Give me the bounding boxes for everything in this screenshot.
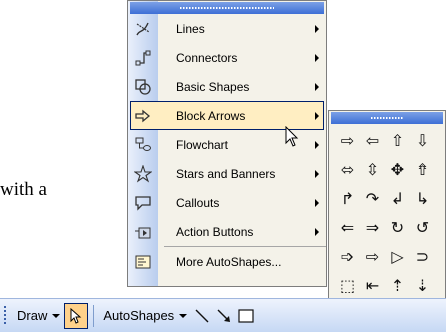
block-arrows-icon	[128, 101, 158, 130]
menu-item-lines[interactable]: Lines	[128, 14, 326, 43]
submenu-arrow-icon	[315, 112, 319, 120]
block-arrow-shape-icon[interactable]: ⇦	[360, 126, 385, 155]
block-arrow-shape-icon[interactable]: ⇣	[410, 271, 435, 300]
line-tool-button[interactable]	[191, 305, 213, 327]
lines-icon	[128, 14, 158, 43]
chevron-down-icon	[179, 313, 188, 318]
block-arrow-shape-icon[interactable]: ↷	[360, 184, 385, 213]
block-arrow-shape-icon[interactable]: ➩	[335, 242, 360, 271]
select-pointer-icon	[70, 307, 82, 324]
autoshapes-button-label: AutoShapes	[103, 308, 175, 323]
document-text-fragment: with a	[0, 179, 47, 200]
rectangle-tool-button[interactable]	[235, 305, 257, 327]
block-arrows-submenu: ⇨⇦⇧⇩⬄⇳✥⇮↱↷↲↳⇐⇒↻↺➩⇨▷⊃⬚⇤⇡⇣✚✣✤↶	[328, 110, 446, 301]
submenu-arrow-icon	[315, 141, 319, 149]
block-arrow-shape-icon[interactable]: ⬚	[335, 271, 360, 300]
menu-item-label: Callouts	[176, 195, 220, 210]
menu-item-callouts[interactable]: Callouts	[128, 188, 326, 217]
block-arrow-shape-icon[interactable]: ⇨	[360, 242, 385, 271]
menu-item-label: Stars and Banners	[176, 166, 276, 181]
autoshapes-menu-button[interactable]: AutoShapes	[99, 304, 191, 328]
block-arrow-shape-icon[interactable]: ⇮	[410, 155, 435, 184]
toolbar-grip[interactable]	[4, 305, 7, 326]
menu-item-stars-and-banners[interactable]: Stars and Banners	[128, 159, 326, 188]
submenu-arrow-icon	[315, 83, 319, 91]
menu-item-label: Flowchart	[176, 137, 229, 152]
more-autoshapes-icon	[128, 247, 158, 276]
block-arrow-shape-icon[interactable]: ⇨	[335, 126, 360, 155]
block-arrow-shape-icon[interactable]: ⇐	[335, 213, 360, 242]
block-arrow-shape-icon[interactable]: ⊃	[410, 242, 435, 271]
block-arrows-grid: ⇨⇦⇧⇩⬄⇳✥⇮↱↷↲↳⇐⇒↻↺➩⇨▷⊃⬚⇤⇡⇣✚✣✤↶	[329, 126, 445, 300]
block-arrow-shape-icon[interactable]: ↳	[410, 184, 435, 213]
block-arrow-shape-icon[interactable]: ⬄	[335, 155, 360, 184]
block-arrow-shape-icon[interactable]: ↺	[410, 213, 435, 242]
stars-banners-icon	[128, 159, 158, 188]
draw-menu-button[interactable]: Draw	[13, 304, 64, 328]
block-arrow-shape-icon[interactable]: ⇩	[410, 126, 435, 155]
menu-drag-handle[interactable]	[130, 2, 324, 14]
submenu-arrow-icon	[315, 228, 319, 236]
block-arrow-shape-icon[interactable]: ⇳	[360, 155, 385, 184]
block-arrow-shape-icon[interactable]: ↱	[335, 184, 360, 213]
basic-shapes-icon	[128, 72, 158, 101]
arrow-tool-icon	[217, 309, 231, 322]
block-arrow-shape-icon[interactable]: ⇡	[385, 271, 410, 300]
menu-item-basic-shapes[interactable]: Basic Shapes	[128, 72, 326, 101]
menu-item-label: Action Buttons	[176, 224, 254, 239]
submenu-arrow-icon	[315, 170, 319, 178]
callouts-icon	[128, 188, 158, 217]
draw-button-label: Draw	[17, 308, 48, 323]
mouse-pointer-icon	[285, 126, 299, 147]
menu-item-label: Connectors	[176, 50, 238, 65]
submenu-drag-handle[interactable]	[331, 112, 443, 124]
block-arrow-shape-icon[interactable]: ⇤	[360, 271, 385, 300]
toolbar-separator	[93, 304, 95, 327]
block-arrow-shape-icon[interactable]: ↲	[385, 184, 410, 213]
block-arrow-shape-icon[interactable]: ⇒	[360, 213, 385, 242]
submenu-arrow-icon	[315, 199, 319, 207]
menu-item-action-buttons[interactable]: Action Buttons	[128, 217, 326, 246]
chevron-down-icon	[52, 313, 61, 318]
arrow-tool-button[interactable]	[213, 305, 235, 327]
menu-item-label: Block Arrows	[176, 108, 246, 123]
drawing-toolbar: Draw AutoShapes	[0, 298, 446, 332]
block-arrow-shape-icon[interactable]: ✥	[385, 155, 410, 184]
menu-item-label: More AutoShapes...	[176, 254, 282, 269]
select-objects-button[interactable]	[64, 302, 89, 329]
menu-item-connectors[interactable]: Connectors	[128, 43, 326, 72]
menu-item-more-autoshapes[interactable]: More AutoShapes...	[135, 246, 326, 276]
menu-item-label: Basic Shapes	[176, 79, 250, 94]
submenu-arrow-icon	[315, 54, 319, 62]
menu-item-label: Lines	[176, 21, 205, 36]
block-arrow-shape-icon[interactable]: ↻	[385, 213, 410, 242]
submenu-arrow-icon	[315, 25, 319, 33]
block-arrow-shape-icon[interactable]: ▷	[385, 242, 410, 271]
rectangle-tool-icon	[238, 308, 254, 323]
block-arrow-shape-icon[interactable]: ⇧	[385, 126, 410, 155]
action-buttons-icon	[128, 217, 158, 246]
flowchart-icon	[128, 130, 158, 159]
connectors-icon	[128, 43, 158, 72]
line-tool-icon	[195, 309, 209, 322]
